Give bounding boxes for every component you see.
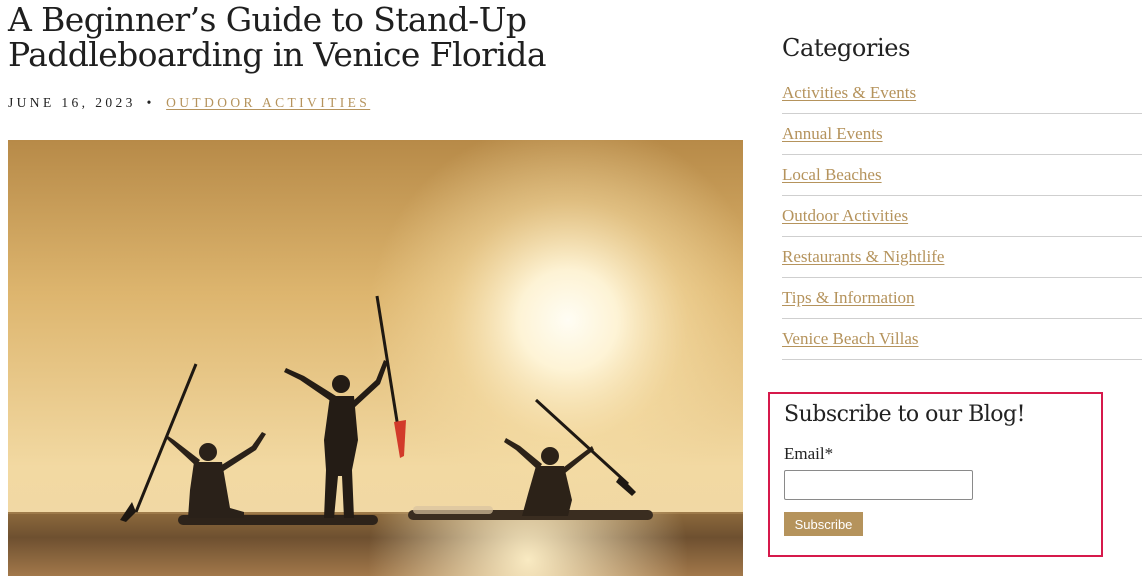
email-input[interactable] (784, 470, 973, 500)
category-link-annual-events[interactable]: Annual Events (782, 124, 883, 144)
category-item: Tips & Information (782, 278, 1142, 319)
post-title: A Beginner’s Guide to Stand-Up Paddleboa… (8, 0, 547, 74)
category-link-outdoor-activities[interactable]: Outdoor Activities (782, 206, 908, 226)
categories-heading: Categories (782, 34, 911, 62)
meta-separator: • (146, 95, 152, 110)
category-link-activities-events[interactable]: Activities & Events (782, 83, 916, 103)
category-link-restaurants-nightlife[interactable]: Restaurants & Nightlife (782, 247, 944, 267)
category-item: Restaurants & Nightlife (782, 237, 1142, 278)
category-item: Local Beaches (782, 155, 1142, 196)
category-link-venice-beach-villas[interactable]: Venice Beach Villas (782, 329, 919, 349)
subscribe-widget: Subscribe to our Blog! Email* Subscribe (768, 392, 1103, 557)
category-item: Venice Beach Villas (782, 319, 1142, 360)
category-link-local-beaches[interactable]: Local Beaches (782, 165, 882, 185)
category-link-tips-information[interactable]: Tips & Information (782, 288, 915, 308)
post-category-link[interactable]: OUTDOOR ACTIVITIES (166, 95, 370, 110)
subscribe-title: Subscribe to our Blog! (784, 402, 1025, 427)
category-item: Outdoor Activities (782, 196, 1142, 237)
email-label: Email* (784, 444, 834, 463)
categories-list: Activities & Events Annual Events Local … (782, 73, 1142, 360)
category-item: Activities & Events (782, 73, 1142, 114)
post-date: JUNE 16, 2023 (8, 95, 136, 110)
subscribe-button[interactable]: Subscribe (784, 512, 863, 536)
category-item: Annual Events (782, 114, 1142, 155)
hero-image (8, 140, 743, 576)
post-meta: JUNE 16, 2023 • OUTDOOR ACTIVITIES (8, 95, 370, 111)
